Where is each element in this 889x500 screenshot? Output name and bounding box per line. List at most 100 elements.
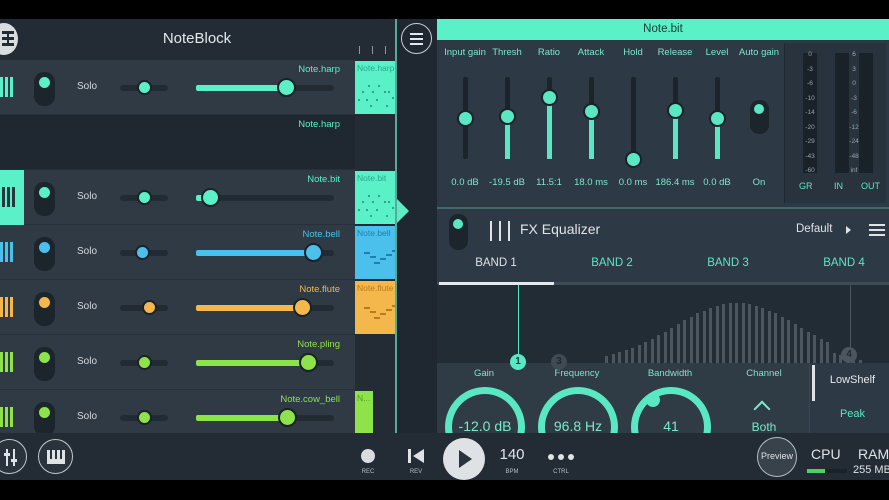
auto-gain-toggle[interactable] bbox=[750, 100, 769, 134]
clip-notes bbox=[358, 191, 394, 217]
spectrum-bar bbox=[663, 331, 667, 363]
band-node[interactable]: 3 bbox=[551, 354, 567, 370]
pan-slider-knob[interactable] bbox=[137, 355, 152, 370]
channel-value[interactable]: Both bbox=[719, 420, 809, 434]
mute-toggle[interactable] bbox=[34, 72, 55, 106]
pattern-clip[interactable]: Note.harp bbox=[355, 61, 395, 114]
piano-keys-icon[interactable] bbox=[0, 240, 16, 264]
param-slider-knob[interactable] bbox=[709, 110, 726, 127]
band-tab[interactable]: BAND 2 bbox=[562, 257, 662, 269]
filter-lowshelf[interactable]: LowShelf bbox=[815, 374, 889, 386]
playhead-marker-icon[interactable] bbox=[397, 199, 409, 223]
spectrum-bar bbox=[774, 313, 777, 363]
track-name: Note.cow_bell bbox=[280, 394, 340, 405]
pan-slider-knob[interactable] bbox=[137, 190, 152, 205]
solo-button[interactable]: Solo bbox=[77, 81, 97, 92]
volume-slider-knob[interactable] bbox=[276, 78, 296, 97]
volume-slider-fill bbox=[196, 360, 308, 366]
solo-button[interactable]: Solo bbox=[77, 356, 97, 367]
param-slider-knob[interactable] bbox=[583, 102, 600, 120]
solo-button[interactable]: Solo bbox=[77, 246, 97, 257]
param-slider-knob[interactable] bbox=[667, 101, 684, 119]
mute-toggle[interactable] bbox=[34, 237, 55, 271]
piano-keys-icon[interactable] bbox=[0, 170, 24, 225]
filter-peak[interactable]: Peak bbox=[815, 408, 889, 420]
band-node[interactable]: 1 bbox=[510, 354, 526, 370]
record-button[interactable] bbox=[361, 449, 375, 463]
bandwidth-value: 41 bbox=[663, 418, 679, 434]
param-slider-knob[interactable] bbox=[541, 88, 558, 106]
band-node[interactable]: 4 bbox=[841, 347, 857, 363]
piano-button[interactable] bbox=[38, 439, 73, 474]
track-row[interactable]: Note.cow_bell Solo bbox=[0, 390, 355, 433]
bandwidth-handle[interactable] bbox=[646, 393, 660, 407]
volume-slider-knob[interactable] bbox=[200, 188, 220, 207]
spectrum-bar bbox=[709, 307, 712, 363]
piano-keys-icon[interactable] bbox=[0, 295, 16, 319]
volume-slider-knob[interactable] bbox=[278, 408, 298, 427]
mixer-button[interactable] bbox=[0, 439, 27, 474]
mute-toggle[interactable] bbox=[34, 402, 55, 433]
piano-keys-icon[interactable] bbox=[0, 75, 16, 99]
solo-button[interactable]: Solo bbox=[77, 301, 97, 312]
timeline[interactable]: Note.harp Note.bit Note.bell Note.flute N... bbox=[355, 19, 397, 433]
spectrum-bar bbox=[637, 344, 641, 363]
clip-label: Note.bell bbox=[357, 228, 391, 238]
pan-slider-knob[interactable] bbox=[134, 245, 150, 260]
spectrum-bar bbox=[644, 341, 647, 363]
pan-slider-knob[interactable] bbox=[141, 300, 157, 315]
piano-keys-icon[interactable] bbox=[0, 350, 16, 374]
track-row[interactable]: Note.bell Solo bbox=[0, 225, 355, 280]
more-dots-icon[interactable] bbox=[548, 454, 574, 460]
compressor-title: Note.bit bbox=[437, 19, 889, 40]
track-row[interactable]: Note.harp bbox=[0, 115, 355, 170]
pattern-clip[interactable]: Note.flute bbox=[355, 281, 395, 334]
pattern-clip[interactable]: N... bbox=[355, 391, 373, 433]
play-icon bbox=[459, 450, 472, 468]
track-row[interactable]: Note.pling Solo bbox=[0, 335, 355, 390]
bpm-value[interactable]: 140 bbox=[497, 446, 527, 463]
volume-slider-knob[interactable] bbox=[298, 353, 318, 372]
preview-button[interactable]: Preview bbox=[757, 437, 797, 477]
spectrum-bar bbox=[657, 335, 660, 363]
eq-enable-toggle[interactable] bbox=[449, 214, 468, 250]
compressor-panel: Note.bit Input gain 0.0 dB Thresh -19.5 dB R… bbox=[437, 19, 889, 207]
channel-up-chevron-icon[interactable] bbox=[753, 400, 771, 418]
track-row[interactable]: Note.bit Solo bbox=[0, 170, 355, 225]
track-name: Note.bell bbox=[302, 229, 341, 240]
mute-toggle[interactable] bbox=[34, 292, 55, 326]
param-slider-track[interactable] bbox=[631, 77, 636, 159]
meter-tick: 0 bbox=[852, 80, 856, 87]
hamburger-menu-button[interactable] bbox=[401, 23, 432, 54]
mute-toggle[interactable] bbox=[34, 347, 55, 381]
track-row[interactable]: Note.harp Solo bbox=[0, 60, 355, 115]
band-tab[interactable]: BAND 1 bbox=[446, 257, 546, 269]
mute-toggle[interactable] bbox=[34, 182, 55, 216]
solo-button[interactable]: Solo bbox=[77, 411, 97, 422]
band-tab[interactable]: BAND 3 bbox=[678, 257, 778, 269]
eq-graph[interactable] bbox=[437, 285, 889, 363]
param-slider-knob[interactable] bbox=[625, 151, 642, 168]
spectrum-bar bbox=[761, 307, 764, 363]
eq-preset-select[interactable]: Default bbox=[796, 223, 832, 235]
track-row[interactable]: Note.flute Solo bbox=[0, 280, 355, 335]
param-slider-knob[interactable] bbox=[457, 110, 474, 127]
volume-slider-knob[interactable] bbox=[304, 243, 324, 262]
preset-next-icon[interactable] bbox=[846, 226, 851, 234]
piano-keys-icon[interactable] bbox=[0, 405, 16, 429]
pan-slider-knob[interactable] bbox=[137, 80, 152, 95]
param-slider-knob[interactable] bbox=[499, 108, 516, 126]
band-tab[interactable]: BAND 4 bbox=[794, 257, 889, 269]
spectrum-bar bbox=[728, 303, 732, 363]
pattern-clip[interactable]: Note.bell bbox=[355, 226, 395, 279]
rewind-icon[interactable] bbox=[408, 449, 424, 463]
play-button[interactable] bbox=[443, 438, 485, 480]
ctrl-label: CTRL bbox=[553, 469, 569, 475]
volume-slider-knob[interactable] bbox=[293, 298, 313, 317]
pan-slider-knob[interactable] bbox=[137, 410, 152, 425]
gr-label: GR bbox=[799, 181, 813, 191]
spectrum-bar bbox=[735, 303, 738, 363]
solo-button[interactable]: Solo bbox=[77, 191, 97, 202]
param-slider-fill bbox=[547, 96, 552, 159]
pattern-clip[interactable]: Note.bit bbox=[355, 171, 395, 224]
